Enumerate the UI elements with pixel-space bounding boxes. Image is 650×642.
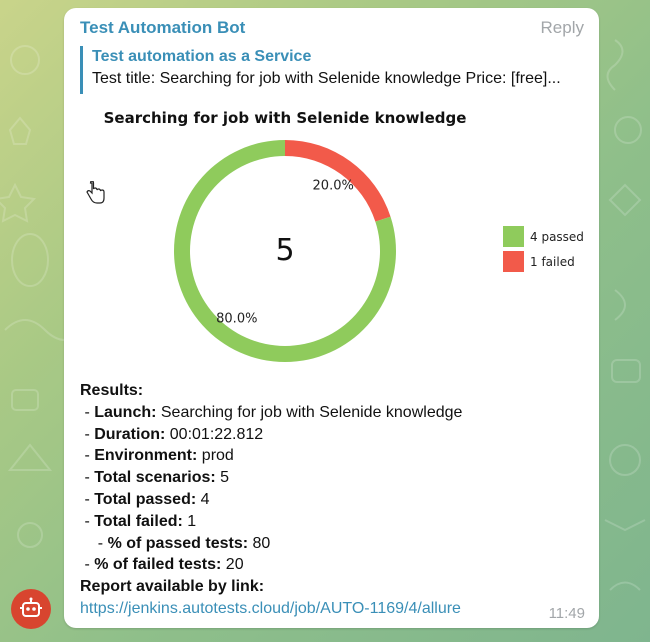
slice-percent-label: 80.0%: [216, 311, 257, 326]
legend-swatch: [503, 226, 524, 247]
result-label: Duration:: [94, 425, 166, 443]
result-line: - Duration: 00:01:22.812: [80, 424, 585, 446]
result-value: 80: [248, 534, 271, 552]
result-line: - Total passed: 4: [80, 489, 585, 511]
result-value: 00:01:22.812: [165, 425, 264, 443]
report-label: Report available by link:: [80, 578, 265, 596]
result-prefix: -: [80, 490, 95, 508]
result-line: - Environment: prod: [80, 445, 585, 467]
result-prefix: -: [80, 469, 95, 487]
result-prefix: -: [80, 556, 95, 574]
result-value: 5: [215, 469, 230, 487]
legend-label: 4 passed: [530, 230, 584, 244]
chart-image[interactable]: Searching for job with Selenide knowledg…: [64, 101, 599, 371]
message-bubble: Test Automation Bot Reply Test automatio…: [64, 8, 599, 628]
result-line: - Total failed: 1: [80, 511, 585, 533]
legend-swatch: [503, 251, 524, 272]
result-prefix: -: [80, 512, 95, 530]
result-label: Total scenarios:: [94, 469, 216, 487]
slice-percent-label: 20.0%: [313, 179, 354, 194]
result-label: % of failed tests:: [94, 556, 222, 574]
result-value: prod: [197, 447, 234, 465]
robot-icon: [20, 597, 42, 617]
result-value: 4: [196, 490, 210, 508]
quote-text: Test title: Searching for job with Selen…: [92, 70, 561, 87]
result-line: - % of passed tests: 80: [80, 533, 585, 555]
result-value: Searching for job with Selenide knowledg…: [156, 403, 463, 421]
result-label: Total failed:: [94, 512, 183, 530]
result-prefix: -: [80, 447, 95, 465]
result-label: % of passed tests:: [107, 534, 249, 552]
sender-name[interactable]: Test Automation Bot: [80, 18, 245, 38]
reply-button[interactable]: Reply: [541, 18, 584, 38]
result-value: 1: [182, 512, 197, 530]
result-label: Launch:: [94, 403, 157, 421]
result-prefix: -: [80, 425, 95, 443]
legend-label: 1 failed: [530, 255, 575, 269]
chart-title: Searching for job with Selenide knowledg…: [104, 109, 467, 127]
results-heading: Results:: [80, 382, 144, 399]
report-link[interactable]: https://jenkins.autotests.cloud/job/AUTO…: [80, 600, 461, 617]
result-prefix: -: [80, 403, 95, 421]
quoted-message[interactable]: Test automation as a Service Test title:…: [80, 46, 585, 94]
result-label: Environment:: [94, 447, 198, 465]
chart-center-label: 5: [275, 233, 294, 268]
bot-avatar[interactable]: [11, 589, 51, 629]
results-text: Results: - Launch: Searching for job wit…: [80, 380, 585, 620]
result-value: 20: [221, 556, 244, 574]
quote-title: Test automation as a Service: [92, 48, 312, 65]
hand-pointer-icon: [86, 181, 105, 204]
donut-chart: Searching for job with Selenide knowledg…: [104, 109, 584, 362]
result-label: Total passed:: [94, 490, 197, 508]
result-prefix: -: [80, 534, 108, 552]
result-line: - % of failed tests: 20: [80, 554, 585, 576]
result-line: - Total scenarios: 5: [80, 467, 585, 489]
result-line: - Launch: Searching for job with Selenid…: [80, 402, 585, 424]
message-time: 11:49: [548, 605, 585, 622]
